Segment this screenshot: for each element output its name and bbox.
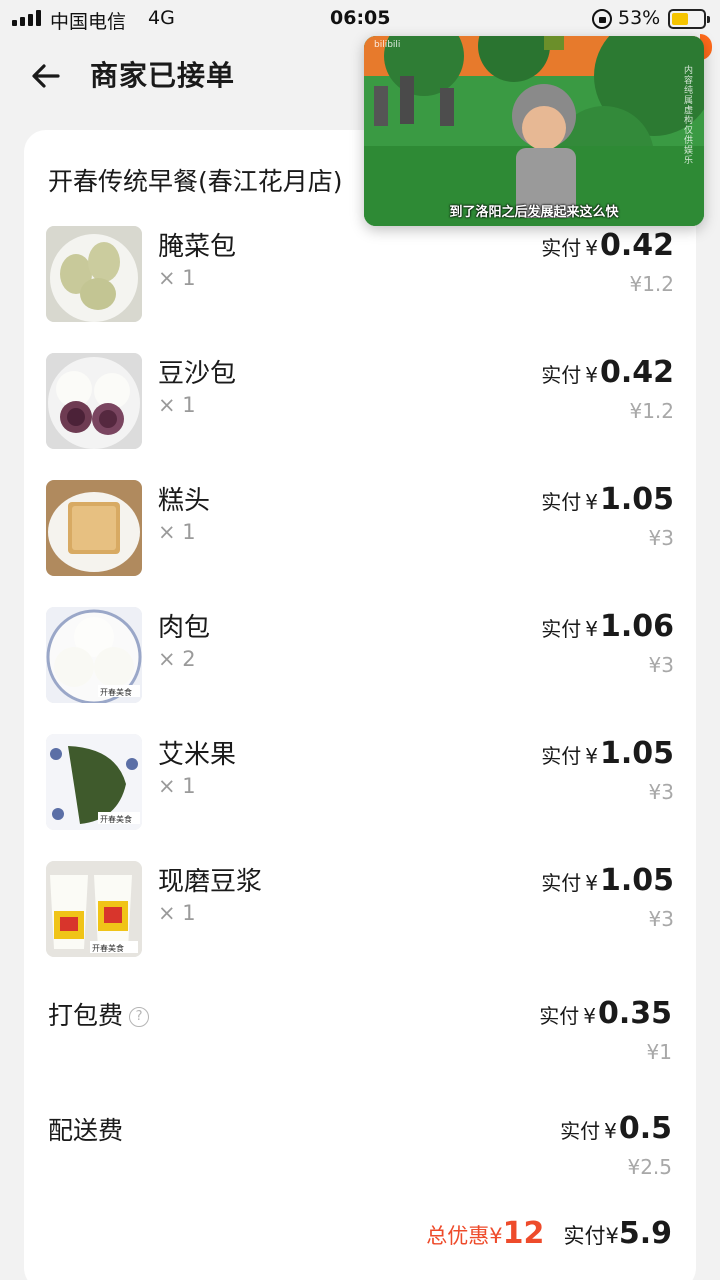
item-quantity: × 1	[158, 901, 196, 925]
item-name: 肉包	[158, 613, 211, 643]
video-logo: bilibili	[374, 40, 401, 50]
discount-amount: 12	[502, 1216, 545, 1251]
order-item[interactable]: 腌菜包 × 1 实付 ¥0.42 ¥1.2	[46, 226, 674, 326]
signal-icon	[12, 10, 41, 26]
item-quantity: × 1	[158, 266, 196, 290]
order-item[interactable]: 开春美食 肉包 × 2 实付 ¥1.06 ¥3	[46, 607, 674, 707]
fee-row-delivery: 配送费 实付 ¥0.5 ¥2.5	[48, 1111, 672, 1191]
svg-text:开春美食: 开春美食	[100, 687, 132, 697]
item-quantity: × 1	[158, 520, 196, 544]
total-paid-label: 实付¥	[563, 1224, 619, 1248]
item-image	[46, 226, 142, 322]
order-card: 开春传统早餐(春江花月店) 腌菜包 × 1 实付 ¥0.42 ¥1.2 豆沙包 ×…	[24, 130, 696, 1280]
svg-text:开春美食: 开春美食	[92, 943, 124, 953]
item-paid-price: 实付 ¥1.05	[541, 863, 674, 898]
fee-paid-price: 实付 ¥0.35	[539, 996, 672, 1031]
video-watermark: 内容纯属虚构仅供娱乐	[684, 66, 694, 166]
item-name: 腌菜包	[158, 232, 237, 262]
rotation-lock-icon	[592, 9, 612, 29]
item-paid-price: 实付 ¥1.05	[541, 736, 674, 771]
item-paid-price: 实付 ¥1.05	[541, 482, 674, 517]
fee-name: 打包费?	[48, 996, 150, 1032]
item-name: 糕头	[158, 486, 211, 516]
order-item[interactable]: 糕头 × 1 实付 ¥1.05 ¥3	[46, 480, 674, 580]
item-original-price: ¥3	[648, 780, 674, 804]
item-original-price: ¥3	[648, 526, 674, 550]
item-original-price: ¥3	[648, 653, 674, 677]
item-image: 开春美食	[46, 861, 142, 957]
floating-video-player[interactable]: bilibili 内容纯属虚构仅供娱乐 到了洛阳之后发展起来这么快	[364, 36, 704, 226]
order-total: 总优惠¥12 实付¥5.9	[426, 1216, 672, 1251]
item-paid-price: 实付 ¥0.42	[541, 355, 674, 390]
order-item[interactable]: 豆沙包 × 1 实付 ¥0.42 ¥1.2	[46, 353, 674, 453]
order-item[interactable]: 开春美食 艾米果 × 1 实付 ¥1.05 ¥3	[46, 734, 674, 834]
page-title: 商家已接单	[90, 59, 236, 92]
item-image	[46, 480, 142, 576]
order-item[interactable]: 开春美食 现磨豆浆 × 1 实付 ¥1.05 ¥3	[46, 861, 674, 961]
svg-text:开春美食: 开春美食	[100, 814, 132, 824]
discount-label: 总优惠¥	[426, 1224, 503, 1248]
video-frame	[364, 36, 704, 226]
item-image	[46, 353, 142, 449]
fee-name: 配送费	[48, 1116, 124, 1145]
item-original-price: ¥1.2	[629, 272, 674, 296]
total-paid-amount: 5.9	[618, 1216, 672, 1251]
item-original-price: ¥3	[648, 907, 674, 931]
item-image: 开春美食	[46, 734, 142, 830]
item-quantity: × 1	[158, 774, 196, 798]
shop-name[interactable]: 开春传统早餐(春江花月店)	[48, 162, 343, 198]
item-name: 豆沙包	[158, 359, 237, 389]
back-arrow-icon[interactable]	[28, 58, 64, 94]
fee-original-price: ¥2.5	[627, 1155, 672, 1179]
item-quantity: × 1	[158, 393, 196, 417]
network-label: 4G	[148, 7, 175, 29]
status-time: 06:05	[330, 7, 391, 29]
item-paid-price: 实付 ¥0.42	[541, 228, 674, 263]
fee-row-packaging: 打包费? 实付 ¥0.35 ¥1	[48, 996, 672, 1076]
status-bar: 中国电信 4G 06:05 53%	[0, 0, 720, 40]
battery-icon	[668, 9, 710, 29]
item-original-price: ¥1.2	[629, 399, 674, 423]
item-name: 艾米果	[158, 740, 237, 770]
fee-original-price: ¥1	[646, 1040, 672, 1064]
video-subtitle: 到了洛阳之后发展起来这么快	[449, 205, 619, 220]
battery-percent: 53%	[618, 7, 661, 29]
item-quantity: × 2	[158, 647, 196, 671]
item-paid-price: 实付 ¥1.06	[541, 609, 674, 644]
fee-paid-price: 实付 ¥0.5	[560, 1111, 672, 1146]
help-icon[interactable]: ?	[129, 1007, 150, 1027]
item-image: 开春美食	[46, 607, 142, 703]
item-name: 现磨豆浆	[158, 867, 263, 897]
carrier-label: 中国电信	[50, 11, 127, 33]
